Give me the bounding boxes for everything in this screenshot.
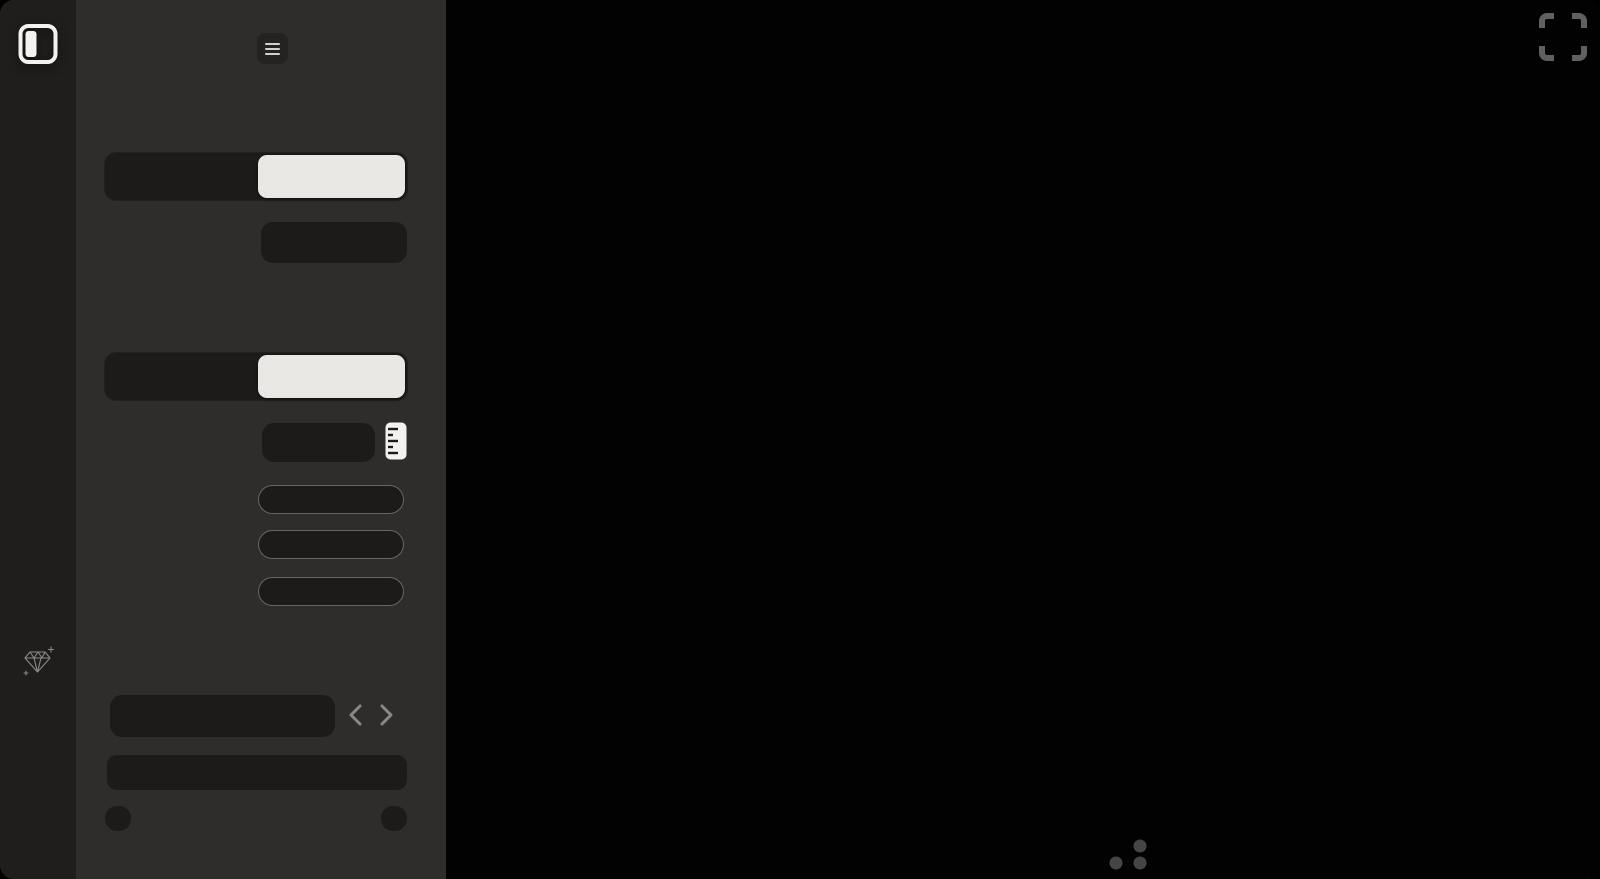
gem-icon [21, 646, 55, 681]
speed-value[interactable] [258, 485, 404, 514]
max-freq-value[interactable] [258, 530, 404, 559]
menu-button[interactable] [257, 33, 288, 64]
sidebar-toggle-button[interactable] [0, 22, 76, 68]
analysis-mode-segmented [105, 153, 407, 200]
fullscreen-icon [1537, 51, 1589, 66]
spectrogram-view [446, 0, 1600, 879]
display-mode-segmented [105, 353, 407, 400]
chevron-right-icon [379, 703, 395, 730]
scale-ruler-button[interactable] [383, 423, 409, 462]
settings-panel [76, 0, 438, 879]
chevron-left-icon [347, 703, 363, 730]
sidebar [0, 0, 77, 879]
sidebar-toggle-icon [18, 23, 58, 68]
db-min-value[interactable] [105, 806, 131, 831]
ruler-icon [385, 422, 407, 463]
spectrogram-canvas [446, 0, 1600, 879]
app-window [0, 0, 1600, 879]
menu-icon [265, 43, 280, 45]
display-mode-static[interactable] [107, 355, 254, 398]
palette-next-button[interactable] [374, 699, 400, 733]
freeze-button[interactable] [0, 86, 76, 138]
scale-value[interactable] [262, 423, 375, 462]
analysis-mode-enhanced[interactable] [258, 155, 405, 198]
fullscreen-button[interactable] [1536, 10, 1590, 66]
palette-prev-button[interactable] [342, 699, 368, 733]
fft-size-value[interactable] [261, 222, 407, 263]
resize-grip-icon[interactable] [1100, 836, 1148, 877]
analysis-mode-classic[interactable] [107, 155, 254, 198]
colormap-gradient-frame [107, 755, 407, 790]
palette-select[interactable] [110, 695, 335, 737]
display-mode-scroll[interactable] [258, 355, 405, 398]
min-freq-value[interactable] [258, 577, 404, 606]
db-max-value[interactable] [381, 806, 407, 831]
colormap-gradient [110, 758, 404, 787]
premium-indicator[interactable] [0, 646, 76, 681]
